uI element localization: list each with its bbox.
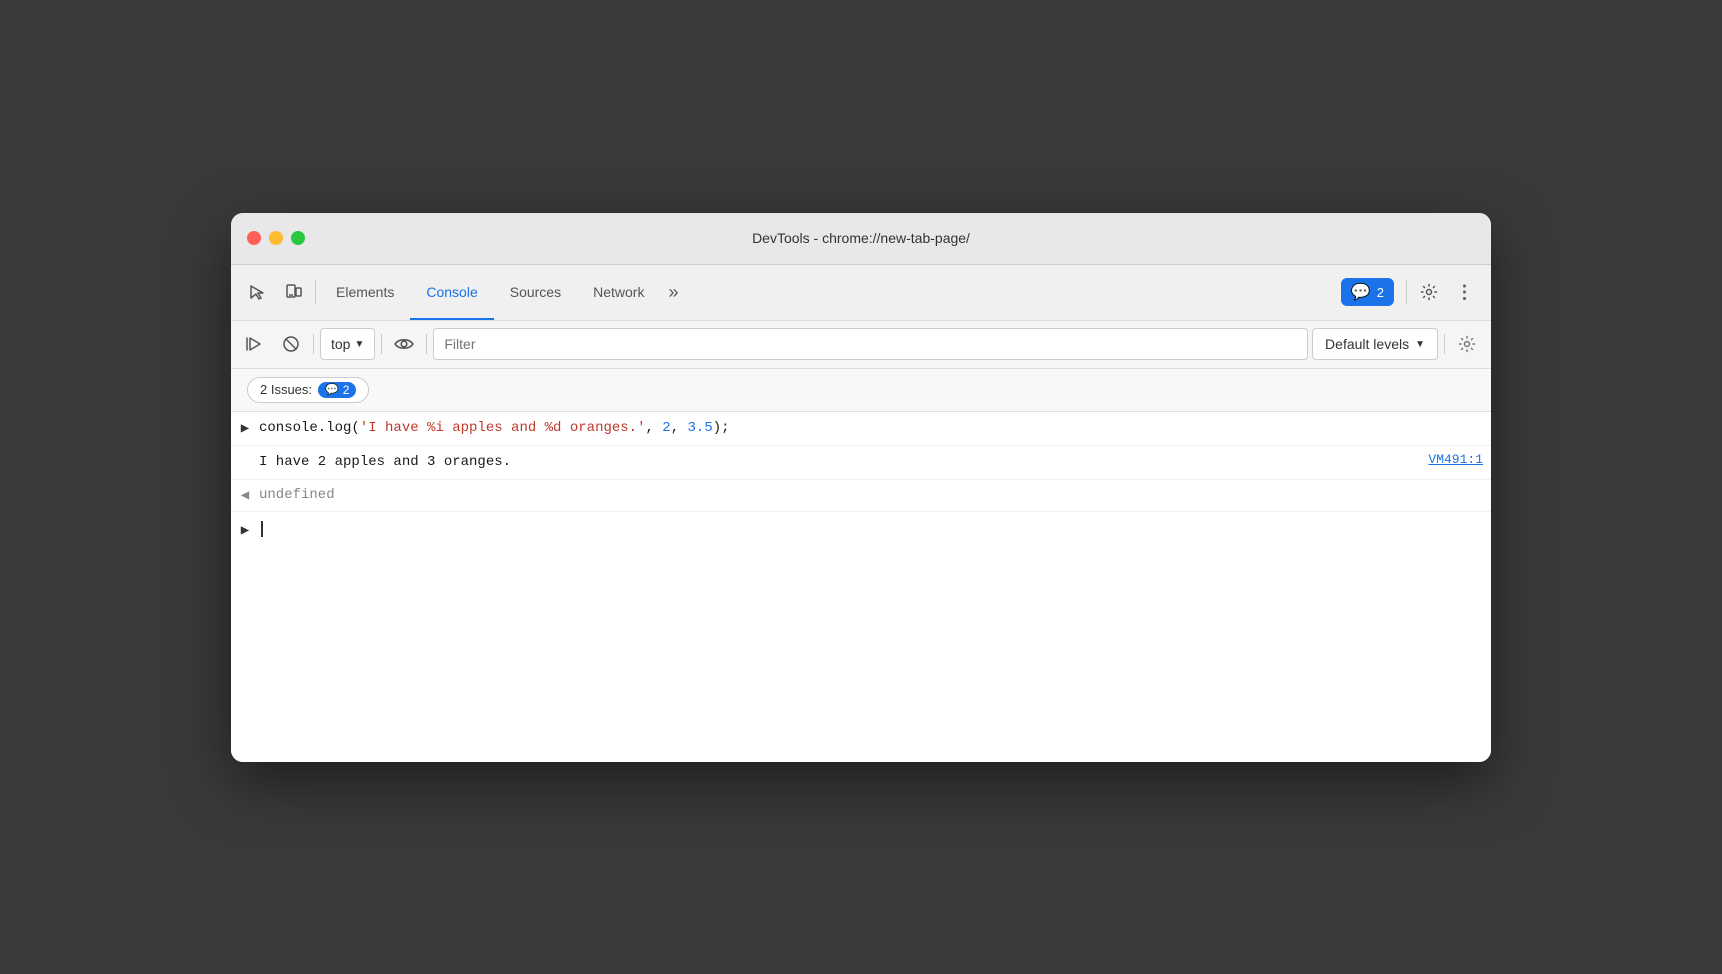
output-text: I have 2 apples and 3 oranges. xyxy=(259,452,1412,473)
issues-count: 2 xyxy=(1377,285,1384,300)
log-levels-chevron-icon: ▼ xyxy=(1415,339,1425,350)
issues-chip-badge: 💬 2 xyxy=(318,382,356,398)
tab-more-button[interactable]: » xyxy=(660,274,686,310)
settings-gear-icon xyxy=(1420,283,1438,301)
issues-bar: 2 Issues: 💬 2 xyxy=(231,369,1491,412)
toolbar-divider-1 xyxy=(313,334,314,354)
source-link[interactable]: VM491:1 xyxy=(1412,452,1483,467)
window-title: DevTools - chrome://new-tab-page/ xyxy=(752,230,970,246)
settings-button[interactable] xyxy=(1411,274,1447,310)
log-code-content: console.log('I have %i apples and %d ora… xyxy=(259,418,1483,439)
toolbar-divider-2 xyxy=(381,334,382,354)
log-levels-dropdown[interactable]: Default levels ▼ xyxy=(1312,328,1438,360)
code-suffix: ); xyxy=(713,420,730,436)
return-row: ◀ undefined xyxy=(231,480,1491,512)
tab-network[interactable]: Network xyxy=(577,264,660,320)
toolbar-divider-3 xyxy=(426,334,427,354)
console-input-row: ▶ xyxy=(231,512,1491,547)
expand-arrow[interactable]: ▶ xyxy=(231,418,259,437)
more-options-button[interactable]: ⋮ xyxy=(1447,274,1483,310)
devtools-window: DevTools - chrome://new-tab-page/ Elemen… xyxy=(231,213,1491,762)
code-comma2: , xyxy=(671,420,688,436)
no-arrow-spacer: ▶ xyxy=(231,452,259,471)
tab-divider-1 xyxy=(315,280,316,304)
console-toolbar: top ▼ Default levels ▼ xyxy=(231,321,1491,369)
close-button[interactable] xyxy=(247,231,261,245)
show-live-expression-button[interactable] xyxy=(388,328,420,360)
console-input-area[interactable] xyxy=(259,521,263,538)
num-arg-2: 3.5 xyxy=(688,420,713,436)
maximize-button[interactable] xyxy=(291,231,305,245)
eye-icon xyxy=(394,334,414,354)
tabbar: Elements Console Sources Network » 💬 2 ⋮ xyxy=(231,265,1491,321)
toolbar-divider-4 xyxy=(1444,334,1445,354)
issues-chat-icon: 💬 xyxy=(1351,282,1371,302)
console-output-row: ▶ I have 2 apples and 3 oranges. VM491:1 xyxy=(231,446,1491,480)
cursor xyxy=(261,521,263,537)
string-arg: 'I have %i apples and %d oranges.' xyxy=(360,420,646,436)
output-message: I have 2 apples and 3 oranges. xyxy=(259,454,511,470)
num-arg-1: 2 xyxy=(662,420,670,436)
titlebar: DevTools - chrome://new-tab-page/ xyxy=(231,213,1491,265)
dropdown-chevron-icon: ▼ xyxy=(354,339,364,350)
vertical-dots-icon: ⋮ xyxy=(1456,283,1475,301)
issues-chip-label: 2 Issues: xyxy=(260,382,312,397)
tab-console[interactable]: Console xyxy=(410,264,493,320)
console-settings-gear-icon xyxy=(1458,335,1476,353)
return-value: undefined xyxy=(259,487,335,503)
filter-input[interactable] xyxy=(433,328,1308,360)
input-prompt-arrow: ▶ xyxy=(231,520,259,539)
inspect-icon xyxy=(248,283,266,301)
context-value: top xyxy=(331,336,350,352)
traffic-lights xyxy=(247,231,305,245)
play-icon xyxy=(246,335,264,353)
chat-bubble-icon: 💬 xyxy=(325,383,339,396)
device-icon xyxy=(284,283,302,301)
clear-console-button[interactable] xyxy=(239,328,271,360)
issues-chip[interactable]: 2 Issues: 💬 2 xyxy=(247,377,369,403)
console-settings-button[interactable] xyxy=(1451,328,1483,360)
block-icon xyxy=(282,335,300,353)
inspect-element-button[interactable] xyxy=(239,274,275,310)
tab-sources[interactable]: Sources xyxy=(494,264,577,320)
code-comma: , xyxy=(645,420,662,436)
console-output: ▶ console.log('I have %i apples and %d o… xyxy=(231,412,1491,762)
tab-divider-2 xyxy=(1406,280,1407,304)
issues-counter-button[interactable]: 💬 2 xyxy=(1341,278,1394,306)
return-arrow-icon: ◀ xyxy=(231,487,259,504)
context-selector-dropdown[interactable]: top ▼ xyxy=(320,328,375,360)
console-log-row: ▶ console.log('I have %i apples and %d o… xyxy=(231,412,1491,446)
minimize-button[interactable] xyxy=(269,231,283,245)
code-prefix: console.log( xyxy=(259,420,360,436)
preserve-log-button[interactable] xyxy=(275,328,307,360)
issues-chip-count: 2 xyxy=(343,383,350,397)
tab-elements[interactable]: Elements xyxy=(320,264,410,320)
log-levels-label: Default levels xyxy=(1325,336,1409,352)
device-toolbar-button[interactable] xyxy=(275,274,311,310)
